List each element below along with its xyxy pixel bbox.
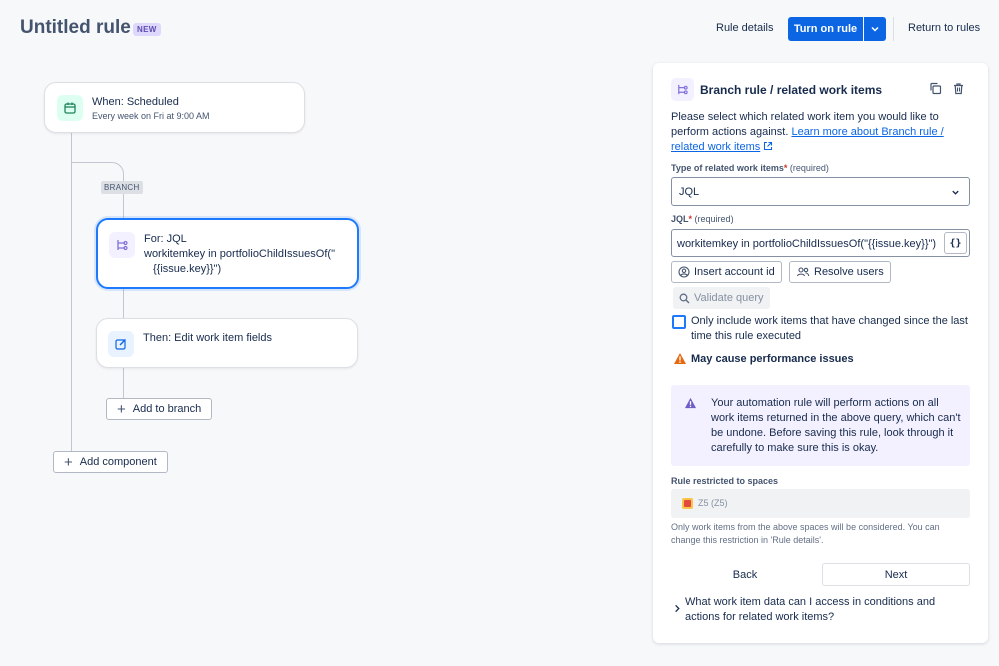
jql-label: JQL* (required) [671,214,734,224]
type-select[interactable]: JQL [671,177,970,206]
chevron-right-icon [673,604,681,613]
type-select-value: JQL [679,186,700,198]
plus-icon: + [64,453,73,471]
checkbox-label: Only include work items that have change… [691,315,968,342]
duplicate-button[interactable] [929,82,942,95]
branch-label: BRANCH [101,181,143,194]
warning-icon [673,352,687,365]
smart-values-button[interactable]: {} [944,232,967,254]
insert-account-id-label: Insert account id [694,266,775,278]
insert-account-id-button[interactable]: Insert account id [671,261,782,283]
space-chip: Z5 (Z5) [698,498,728,508]
type-label-text: Type of related work items [671,163,784,173]
trigger-subtitle: Every week on Fri at 9:00 AM [92,111,210,121]
page-title: Untitled rule [20,17,131,38]
space-avatar-icon [682,498,693,509]
validate-query-button[interactable]: Validate query [673,287,770,309]
changed-since-checkbox[interactable] [672,315,686,329]
validate-query-label: Validate query [694,292,764,304]
external-link-icon [763,141,773,151]
info-text: Your automation rule will perform action… [711,397,961,454]
header-divider [893,17,894,41]
type-label: Type of related work items* (required) [671,163,829,173]
spaces-label: Rule restricted to spaces [671,476,779,486]
info-message: Your automation rule will perform action… [671,385,970,466]
new-badge: NEW [133,23,161,36]
branch-jql-line2: {{issue.key}}") [153,263,222,275]
required-text: (required) [789,163,829,173]
branch-jql-line1: workitemkey in portfolioChildIssuesOf(" [144,248,335,260]
add-component-label: Add component [79,456,157,468]
add-to-branch-button[interactable]: + Add to branch [106,398,213,420]
back-button[interactable]: Back [671,563,819,586]
add-to-branch-label: Add to branch [132,403,202,415]
rule-details-button[interactable]: Rule details [716,22,773,34]
plus-icon: + [117,400,126,418]
branch-icon [671,78,694,101]
action-title: Then: Edit work item fields [143,332,272,344]
resolve-users-label: Resolve users [814,266,884,278]
turn-on-dropdown-button[interactable] [864,17,886,41]
panel-intro: Please select which related work item yo… [671,110,961,155]
trigger-title: When: Scheduled [92,96,179,108]
discovery-icon [684,397,697,409]
chevron-down-icon [870,24,880,34]
trash-icon [952,82,965,95]
action-card[interactable]: Then: Edit work item fields [96,318,358,368]
users-icon [796,266,814,278]
resolve-users-button[interactable]: Resolve users [789,261,891,283]
edit-icon [108,331,134,357]
faq-text: What work item data can I access in cond… [685,596,936,623]
turn-on-rule-button[interactable]: Turn on rule [788,17,863,41]
delete-button[interactable] [952,82,965,95]
jql-input-value: workitemkey in portfolioChildIssuesOf("{… [677,238,937,250]
trigger-card[interactable]: When: Scheduled Every week on Fri at 9:0… [44,82,305,133]
branch-title: For: JQL [144,233,187,245]
jql-input[interactable]: workitemkey in portfolioChildIssuesOf("{… [671,229,970,257]
chevron-down-icon [951,188,960,197]
spaces-field: Z5 (Z5) [671,489,970,518]
required-text: (required) [694,214,734,224]
spaces-help: Only work items from the above spaces wi… [671,522,940,545]
next-button[interactable]: Next [822,563,970,586]
calendar-icon [57,95,83,121]
return-to-rules-button[interactable]: Return to rules [908,22,980,34]
user-circle-icon [678,266,694,278]
add-component-button[interactable]: + Add component [53,451,168,473]
panel-title: Branch rule / related work items [700,83,883,97]
copy-icon [929,82,942,95]
search-icon [679,293,694,304]
branch-card[interactable]: For: JQL workitemkey in portfolioChildIs… [96,218,359,289]
jql-label-text: JQL [671,214,689,224]
branch-icon [109,232,135,258]
warning-text: May cause performance issues [691,353,854,365]
